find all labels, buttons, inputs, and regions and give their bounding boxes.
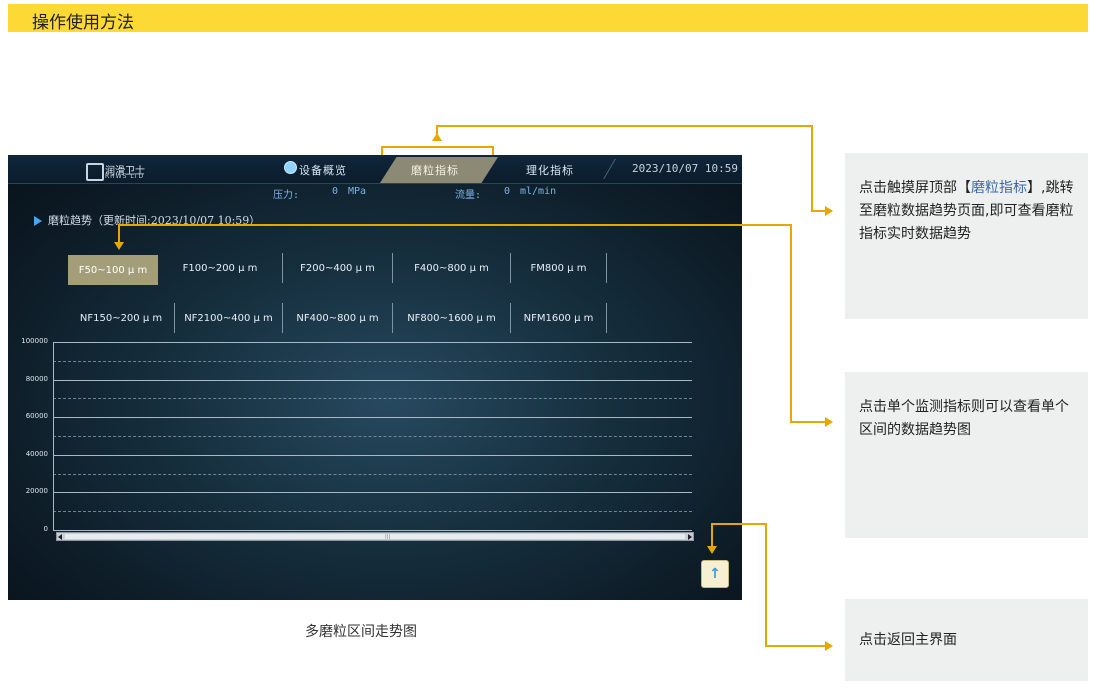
overview-icon	[284, 161, 297, 174]
grid-line	[53, 492, 692, 494]
play-icon	[34, 216, 42, 226]
connector-line	[711, 523, 713, 547]
connector-line	[381, 146, 494, 148]
range-button-f200-400[interactable]: F200~400 μ m	[283, 253, 393, 283]
grid-line	[53, 417, 692, 419]
grid-line	[53, 342, 692, 343]
touchscreen-screenshot: 润滑卫士 RHWS LTD 设备概览 磨粒指标 理化指标 2023/10/07 …	[8, 155, 742, 600]
range-button-nf2100-400[interactable]: NF2100~400 μ m	[175, 303, 283, 333]
note-home: 点击返回主界面	[845, 599, 1088, 681]
range-button-nf400-800[interactable]: NF400~800 μ m	[283, 303, 393, 333]
grid-line-minor	[53, 398, 692, 400]
pressure-value: 0	[332, 186, 339, 197]
connector-line	[437, 125, 812, 127]
tab-physicochemical[interactable]: 理化指标	[526, 162, 574, 178]
note1-highlight: 磨粒指标	[971, 180, 1027, 196]
arrow-right-icon	[825, 206, 833, 216]
connector-line	[811, 125, 813, 212]
flow-value: 0	[504, 186, 511, 197]
connector-line	[492, 146, 494, 155]
pressure-unit: MPa	[348, 186, 367, 197]
connector-line	[790, 224, 792, 423]
connector-line	[381, 146, 383, 155]
tab-device-overview[interactable]: 设备概览	[299, 162, 347, 178]
y-tick-label: 20000	[25, 487, 48, 496]
connector-line	[811, 210, 826, 212]
connector-line	[118, 224, 792, 226]
connector-line	[765, 645, 826, 647]
connector-line	[765, 523, 767, 647]
scroll-thumb[interactable]: |||	[65, 534, 685, 540]
flow-unit: ml/min	[520, 186, 557, 197]
scroll-left-icon[interactable]	[58, 534, 62, 540]
arrow-down-icon	[707, 546, 717, 554]
grid-line	[53, 379, 692, 381]
grid-line	[53, 454, 692, 456]
connector-line	[118, 224, 120, 243]
y-tick-label: 100000	[21, 337, 48, 345]
connector-line	[711, 523, 767, 525]
grid-line	[53, 530, 692, 531]
note1-pre: 点击触摸屏顶部【	[859, 180, 971, 196]
y-tick-label: 60000	[25, 412, 48, 421]
grid-line-minor	[53, 360, 692, 362]
y-axis-line	[53, 342, 54, 530]
logo-subtext: RHWS LTD	[105, 173, 145, 180]
range-button-f50-100[interactable]: F50~100 μ m	[68, 255, 158, 285]
range-button-nfm1600[interactable]: NFM1600 μ m	[511, 303, 607, 333]
y-tick-label: 40000	[25, 449, 48, 458]
range-button-f100-200[interactable]: F100~200 μ m	[158, 253, 283, 283]
tab-wear-particle[interactable]: 磨粒指标	[411, 162, 459, 178]
note3-text: 点击返回主界面	[859, 632, 957, 648]
grid-line-minor	[53, 436, 692, 437]
connector-line	[790, 421, 826, 423]
logo-icon	[86, 163, 104, 181]
note-single-range: 点击单个监测指标则可以查看单个区间的数据趋势图	[845, 372, 1088, 538]
y-tick-label: 80000	[25, 374, 48, 383]
page-header: 操作使用方法	[8, 4, 1088, 33]
range-button-fm800[interactable]: FM800 μ m	[511, 253, 607, 283]
chart-scrollbar[interactable]: |||	[56, 532, 694, 541]
range-button-nf150-200[interactable]: NF150~200 μ m	[68, 303, 175, 333]
pressure-label: 压力:	[273, 190, 300, 201]
grid-line-minor	[53, 473, 692, 475]
scroll-right-icon[interactable]	[688, 534, 692, 540]
up-arrow-icon: ↑	[709, 566, 721, 582]
note2-text: 点击单个监测指标则可以查看单个区间的数据趋势图	[859, 399, 1069, 438]
arrow-down-icon	[114, 242, 124, 250]
datetime-display: 2023/10/07 10:59	[632, 162, 738, 175]
grid-line-minor	[53, 511, 692, 513]
arrow-up-icon	[432, 133, 442, 141]
arrow-right-icon	[825, 641, 833, 651]
home-button[interactable]: ↑	[701, 560, 729, 588]
note-wear-tab: 点击触摸屏顶部【磨粒指标】,跳转至磨粒数据趋势页面,即可查看磨粒指标实时数据趋势	[845, 153, 1088, 319]
range-button-f400-800[interactable]: F400~800 μ m	[393, 253, 511, 283]
flow-label: 流量:	[455, 190, 482, 201]
y-tick-label: 0	[43, 525, 48, 533]
scroll-grip-icon: |||	[385, 534, 391, 540]
figure-caption: 多磨粒区间走势图	[305, 624, 417, 640]
page-title: 操作使用方法	[32, 13, 134, 33]
arrow-right-icon	[825, 417, 833, 427]
range-button-nf800-1600[interactable]: NF800~1600 μ m	[393, 303, 511, 333]
